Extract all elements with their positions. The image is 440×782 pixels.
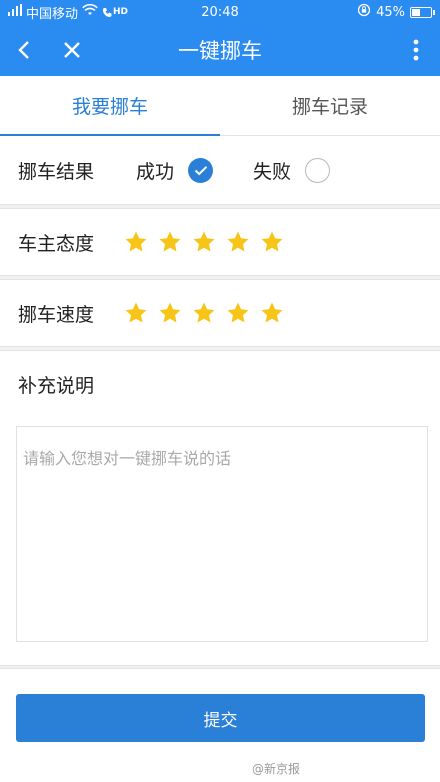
phone-hd-icon: HD [102, 7, 128, 18]
result-label: 挪车结果 [18, 160, 95, 183]
failure-radio[interactable] [305, 157, 331, 183]
app-bar: 一键挪车 [0, 24, 440, 76]
success-label: 成功 [136, 160, 175, 183]
back-icon [18, 41, 29, 59]
battery-level [412, 8, 420, 16]
star-icon[interactable] [158, 230, 182, 254]
notes-textarea[interactable] [16, 426, 428, 642]
close-icon [64, 42, 80, 58]
result-option-success[interactable]: 成功 [136, 157, 214, 184]
star-icon[interactable] [158, 301, 182, 325]
back-button[interactable] [0, 24, 48, 76]
star-icon[interactable] [226, 230, 250, 254]
move-speed-stars[interactable] [124, 301, 284, 325]
notes-label: 补充说明 [18, 374, 95, 397]
failure-label: 失败 [253, 160, 292, 183]
wifi-icon [82, 4, 98, 20]
battery-percent: 45% [376, 4, 405, 20]
move-speed-row: 挪车速度 [0, 280, 440, 346]
result-option-failure[interactable]: 失败 [253, 157, 331, 184]
star-icon[interactable] [260, 230, 284, 254]
owner-attitude-stars[interactable] [124, 230, 284, 254]
move-speed-label: 挪车速度 [18, 303, 95, 326]
star-icon[interactable] [192, 301, 216, 325]
signal-icon [8, 4, 22, 20]
notes-row: 补充说明 [0, 351, 440, 417]
star-icon[interactable] [260, 301, 284, 325]
battery-icon [410, 6, 435, 18]
checkmark-icon [194, 165, 207, 175]
star-icon[interactable] [226, 301, 250, 325]
divider [0, 665, 440, 669]
rotation-lock-icon [357, 3, 371, 21]
tab-move-car[interactable]: 我要挪车 [0, 76, 220, 136]
star-icon[interactable] [192, 230, 216, 254]
result-row: 挪车结果 成功 失败 [0, 136, 440, 204]
carrier-label: 中国移动 [26, 6, 79, 22]
star-icon[interactable] [124, 301, 148, 325]
status-bar: 中国移动 HD 20:48 45% [0, 0, 440, 24]
tab-bar: 我要挪车 挪车记录 [0, 76, 440, 136]
owner-attitude-label: 车主态度 [18, 232, 95, 255]
submit-button[interactable]: 提交 [16, 694, 425, 742]
success-radio[interactable] [188, 157, 214, 183]
more-vert-icon [413, 39, 419, 61]
close-button[interactable] [48, 24, 96, 76]
tab-move-records[interactable]: 挪车记录 [220, 76, 440, 135]
watermark: @新京报 [251, 762, 300, 776]
owner-attitude-row: 车主态度 [0, 209, 440, 275]
more-button[interactable] [392, 24, 440, 76]
volte-label: HD [113, 7, 129, 17]
star-icon[interactable] [124, 230, 148, 254]
